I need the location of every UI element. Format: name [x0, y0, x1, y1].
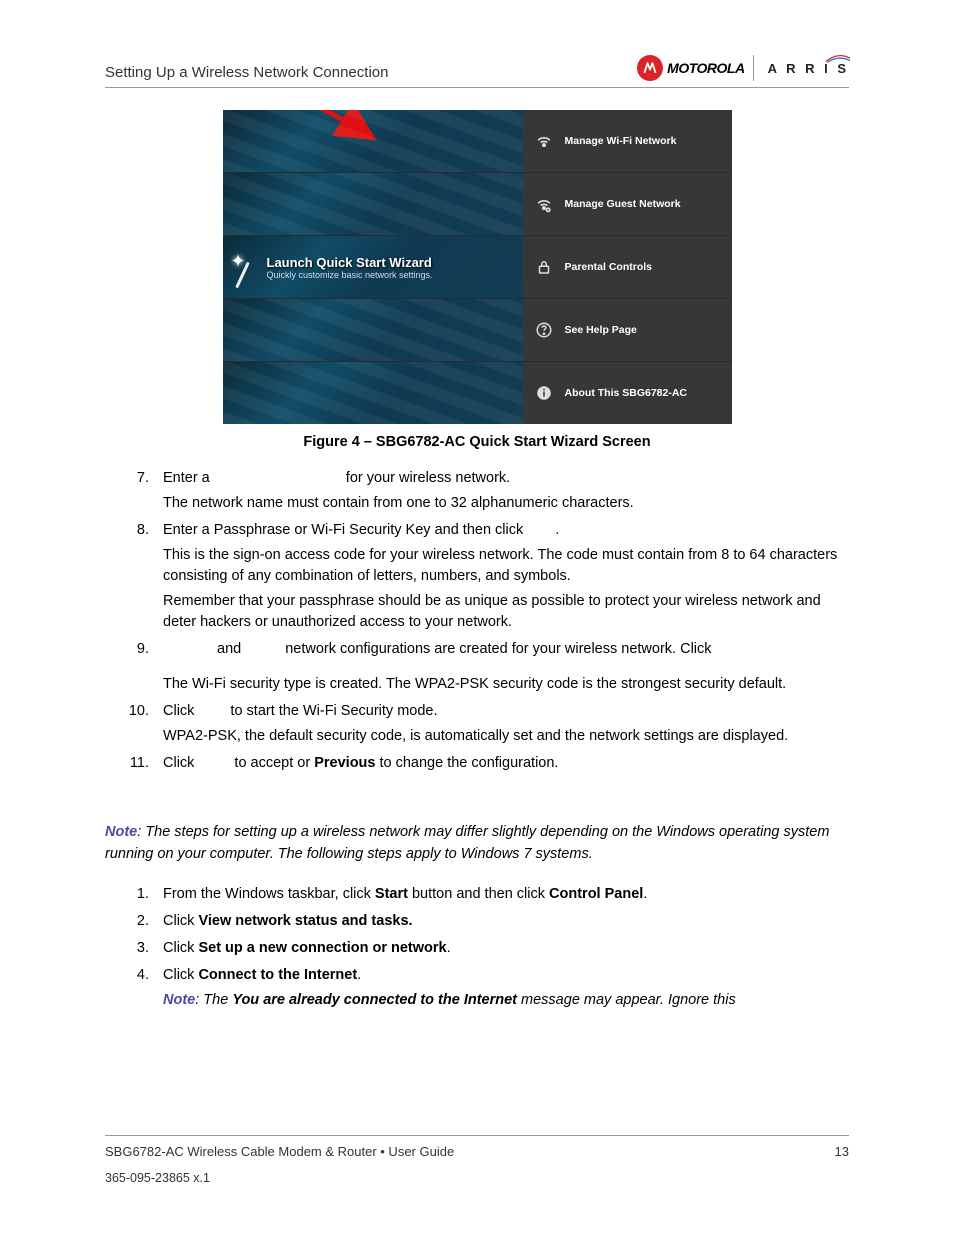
arris-swoosh-icon	[825, 55, 851, 63]
text: WPA2-PSK, the default security code, is …	[163, 726, 849, 747]
motorola-wordmark: MOTOROLA	[667, 60, 744, 76]
arris-wordmark: A R R I S	[768, 61, 849, 76]
router-ui-screenshot: Manage Wi-Fi Network Manage Guest Networ…	[223, 110, 732, 424]
menu-label: Parental Controls	[565, 261, 653, 273]
footer-title: SBG6782-AC Wireless Cable Modem & Router…	[105, 1144, 454, 1159]
text: Click	[163, 967, 198, 983]
text: .	[555, 522, 559, 538]
text-italic: : The	[195, 992, 232, 1008]
step-9: and network configurations are created fo…	[153, 639, 849, 695]
router-bg-tile	[223, 110, 523, 172]
step-8: Enter a Passphrase or Wi-Fi Security Key…	[153, 520, 849, 633]
menu-item-parental[interactable]: Parental Controls	[523, 236, 732, 298]
launch-wizard-tile[interactable]: Launch Quick Start Wizard Quickly custom…	[223, 236, 523, 298]
step-7: Enter a for your wireless network. The n…	[153, 468, 849, 514]
page-number: 13	[835, 1144, 849, 1159]
text: The network name must contain from one t…	[163, 493, 849, 514]
text: button and then click	[408, 886, 549, 902]
text: Enter a Passphrase or Wi-Fi Security Key…	[163, 522, 527, 538]
text: to accept or	[234, 755, 314, 771]
text-bold: Connect to the Internet	[198, 967, 357, 983]
figure-caption: Figure 4 – SBG6782-AC Quick Start Wizard…	[105, 434, 849, 450]
text-bold: Start	[375, 886, 408, 902]
document-number: 365-095-23865 x.1	[105, 1171, 849, 1185]
page-header: Setting Up a Wireless Network Connection…	[105, 55, 849, 88]
help-icon	[533, 319, 555, 341]
text: The Wi-Fi security type is created. The …	[163, 674, 849, 695]
lock-icon	[533, 256, 555, 278]
text-bold: Set up a new connection or network	[198, 940, 446, 956]
motorola-logo: MOTOROLA	[637, 55, 753, 81]
wifi-icon	[533, 130, 555, 152]
text: .	[357, 967, 361, 983]
text: and	[217, 641, 241, 657]
wizard-subtitle: Quickly customize basic network settings…	[267, 270, 433, 280]
text: to start the Wi-Fi Security mode.	[230, 703, 437, 719]
step2-4: Click Connect to the Internet. Note: The…	[153, 965, 849, 1011]
text: .	[643, 886, 647, 902]
motorola-emblem-icon	[637, 55, 663, 81]
section-title: Setting Up a Wireless Network Connection	[105, 64, 388, 81]
guest-wifi-icon	[533, 193, 555, 215]
text: Click	[163, 703, 194, 719]
menu-label: Manage Wi-Fi Network	[565, 135, 677, 147]
text: Click	[163, 940, 198, 956]
text-bold: Previous	[314, 755, 375, 771]
menu-item-wifi[interactable]: Manage Wi-Fi Network	[523, 110, 732, 172]
step-11: Click to accept or Previous to change the…	[153, 753, 849, 774]
page-footer: SBG6782-AC Wireless Cable Modem & Router…	[105, 1135, 849, 1185]
text: Click	[163, 755, 194, 771]
arris-logo: A R R I S	[760, 61, 849, 76]
procedure-list: Enter a for your wireless network. The n…	[105, 468, 849, 774]
wizard-text: Launch Quick Start Wizard Quickly custom…	[267, 255, 433, 280]
figure-4: Manage Wi-Fi Network Manage Guest Networ…	[105, 110, 849, 424]
router-bg-tile	[223, 173, 523, 235]
text: to change the configuration.	[375, 755, 558, 771]
menu-label: Manage Guest Network	[565, 198, 681, 210]
text: Click	[163, 913, 198, 929]
brand-logos: MOTOROLA A R R I S	[637, 55, 849, 81]
text-italic: message may appear. Ignore this	[517, 992, 736, 1008]
text-bold: Control Panel	[549, 886, 643, 902]
menu-item-help[interactable]: See Help Page	[523, 299, 732, 361]
menu-label: See Help Page	[565, 324, 637, 336]
note-body: : The steps for setting up a wireless ne…	[105, 824, 829, 862]
text: From the Windows taskbar, click	[163, 886, 375, 902]
note-block: Note: The steps for setting up a wireles…	[105, 822, 849, 866]
text: Remember that your passphrase should be …	[163, 591, 849, 633]
router-bg-tile	[223, 362, 523, 424]
text: Enter a	[163, 470, 214, 486]
menu-label: About This SBG6782-AC	[565, 387, 688, 399]
text-bold-italic: You are already connected to the Interne…	[232, 992, 517, 1008]
menu-item-guest[interactable]: Manage Guest Network	[523, 173, 732, 235]
text: network configurations are created for y…	[285, 641, 711, 657]
step2-1: From the Windows taskbar, click Start bu…	[153, 884, 849, 905]
wand-icon	[233, 247, 259, 287]
text: .	[447, 940, 451, 956]
red-arrow-icon	[253, 110, 373, 140]
text-bold: View network status and tasks.	[198, 913, 412, 929]
procedure-list-2: From the Windows taskbar, click Start bu…	[105, 884, 849, 1011]
inline-note-label: Note	[163, 992, 195, 1008]
step-10: Click to start the Wi-Fi Security mode. W…	[153, 701, 849, 747]
menu-item-about[interactable]: About This SBG6782-AC	[523, 362, 732, 424]
text: for your wireless network.	[342, 470, 510, 486]
note-label: Note	[105, 824, 137, 840]
router-bg-tile	[223, 299, 523, 361]
info-icon	[533, 382, 555, 404]
step2-3: Click Set up a new connection or network…	[153, 938, 849, 959]
wizard-title: Launch Quick Start Wizard	[267, 255, 433, 270]
step2-2: Click View network status and tasks.	[153, 911, 849, 932]
text: This is the sign-on access code for your…	[163, 545, 849, 587]
